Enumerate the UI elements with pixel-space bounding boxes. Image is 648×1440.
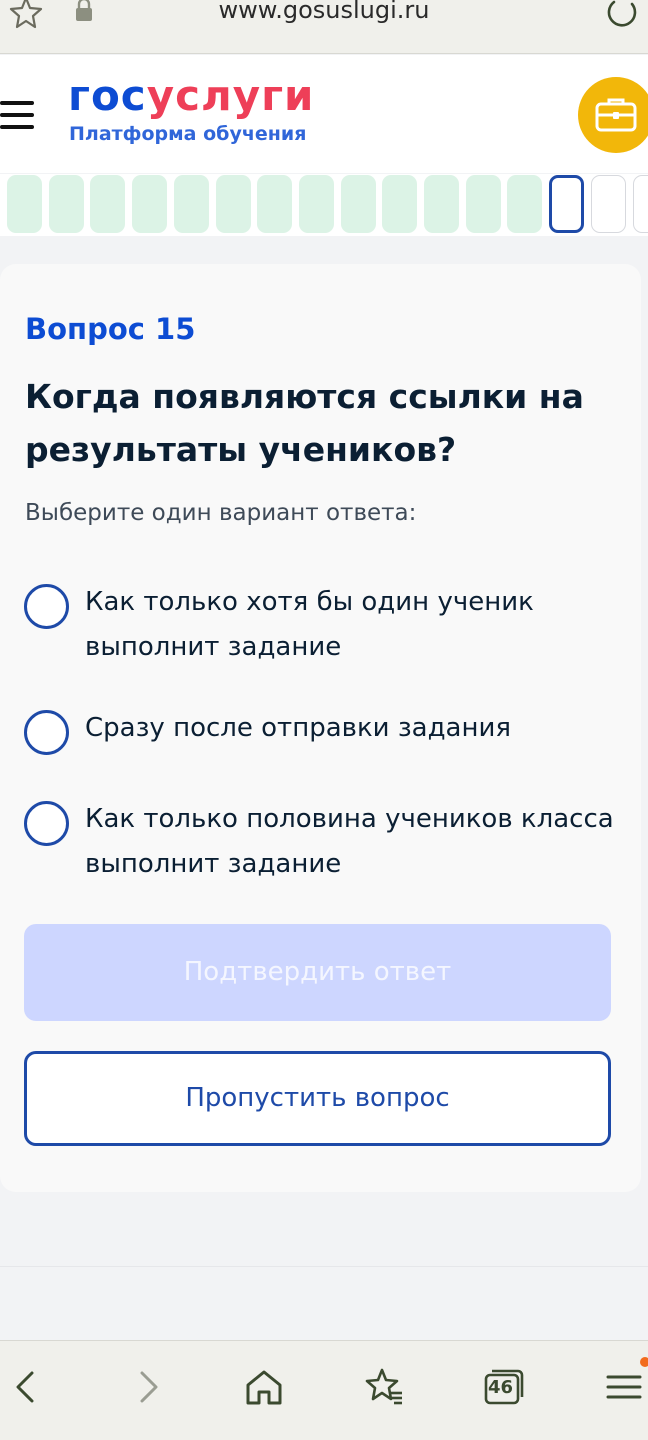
answer-option-3[interactable]: Как только половина учеников класса выпо… bbox=[24, 785, 624, 885]
question-card: Вопрос 15 Когда появляются ссылки на рез… bbox=[0, 264, 641, 1192]
progress-segment[interactable] bbox=[132, 175, 168, 233]
answer-option-2[interactable]: Сразу после отправки задания bbox=[24, 694, 624, 755]
forward-icon[interactable] bbox=[124, 1363, 172, 1411]
answer-option-1[interactable]: Как только хотя бы один ученик выполнит … bbox=[24, 568, 624, 668]
back-icon[interactable] bbox=[4, 1363, 52, 1411]
progress-segment[interactable] bbox=[7, 175, 42, 233]
page: www.gosuslugi.ru госуслуги Платформа обу… bbox=[0, 0, 648, 1440]
radio-button[interactable] bbox=[24, 710, 69, 755]
browser-menu-icon[interactable] bbox=[600, 1363, 648, 1411]
question-number: Вопрос 15 bbox=[25, 312, 196, 346]
progress-segment[interactable] bbox=[48, 175, 84, 233]
tabs-count: 46 bbox=[488, 1377, 514, 1398]
site-header: госуслуги Платформа обучения bbox=[0, 55, 648, 173]
logo-part-gos: гос bbox=[68, 71, 147, 120]
progress-segment[interactable] bbox=[507, 175, 543, 233]
radio-button[interactable] bbox=[24, 801, 69, 846]
tabs-button[interactable]: 46 bbox=[480, 1363, 528, 1411]
progress-segment[interactable] bbox=[173, 175, 209, 233]
radio-button[interactable] bbox=[24, 584, 69, 629]
answer-option-label: Как только хотя бы один ученик выполнит … bbox=[85, 587, 534, 662]
menu-icon[interactable] bbox=[0, 101, 34, 129]
question-text: Когда появляются ссылки на результаты уч… bbox=[25, 377, 584, 469]
progress-segment[interactable] bbox=[424, 175, 459, 233]
progress-segment[interactable] bbox=[257, 175, 293, 233]
logo-part-uslugi: услуги bbox=[146, 71, 315, 120]
progress-segment[interactable] bbox=[90, 175, 126, 233]
progress-segment[interactable] bbox=[298, 175, 334, 233]
briefcase-icon bbox=[595, 98, 637, 132]
progress-segment[interactable] bbox=[382, 175, 418, 233]
progress-segment[interactable] bbox=[340, 175, 376, 233]
notification-dot bbox=[640, 1357, 648, 1367]
url-text[interactable]: www.gosuslugi.ru bbox=[0, 0, 648, 24]
progress-segment[interactable] bbox=[215, 175, 251, 233]
progress-segment[interactable] bbox=[465, 175, 501, 233]
skip-question-button[interactable]: Пропустить вопрос bbox=[24, 1051, 611, 1146]
answer-hint: Выберите один вариант ответа: bbox=[25, 500, 417, 526]
question-progress bbox=[0, 174, 648, 236]
answer-option-label: Как только половина учеников класса выпо… bbox=[85, 804, 614, 879]
progress-segment[interactable] bbox=[632, 175, 648, 233]
reload-icon[interactable] bbox=[604, 0, 640, 30]
browser-address-bar: www.gosuslugi.ru bbox=[0, 0, 648, 54]
confirm-answer-button[interactable]: Подтвердить ответ bbox=[24, 924, 611, 1021]
portfolio-button[interactable] bbox=[578, 77, 648, 153]
answer-option-label: Сразу после отправки задания bbox=[85, 713, 512, 743]
browser-bottom-bar: 46 bbox=[0, 1340, 648, 1440]
progress-segment[interactable] bbox=[549, 175, 585, 233]
bookmarks-icon[interactable] bbox=[360, 1363, 408, 1411]
home-icon[interactable] bbox=[240, 1363, 288, 1411]
gosuslugi-logo[interactable]: госуслуги bbox=[68, 71, 315, 121]
progress-segment[interactable] bbox=[590, 175, 626, 233]
page-footer-area bbox=[0, 1266, 648, 1340]
platform-subtitle: Платформа обучения bbox=[69, 123, 307, 145]
